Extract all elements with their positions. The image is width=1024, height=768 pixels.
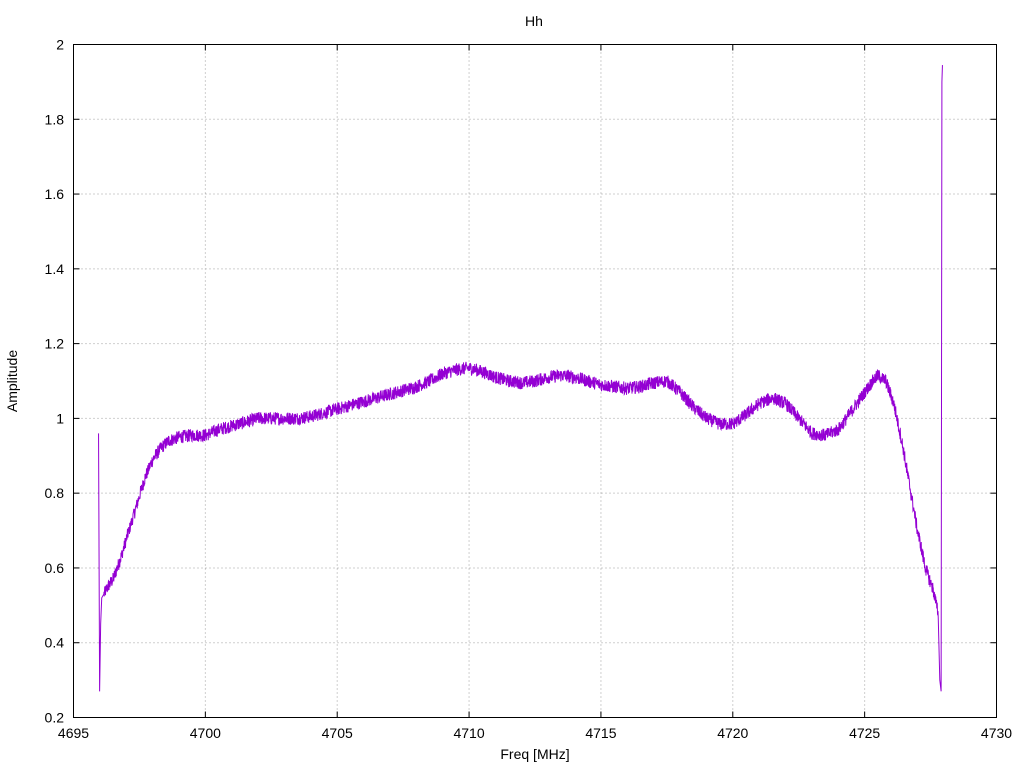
chart: 4695 4700 4705 4710 4715 4720 4725 4730 0.20.40… bbox=[4, 13, 1012, 762]
series-layer bbox=[98, 65, 943, 692]
y-tick-label: 1.6 bbox=[45, 186, 65, 202]
x-tick-label: 4720 bbox=[717, 725, 748, 741]
y-tick-label: 1.8 bbox=[45, 111, 65, 127]
y-tick-label: 1 bbox=[56, 410, 64, 426]
chart-title: Hh bbox=[525, 13, 543, 29]
x-tick-label: 4715 bbox=[585, 725, 616, 741]
y-tick-label: 2 bbox=[56, 37, 64, 53]
x-tick-label: 4725 bbox=[849, 725, 880, 741]
x-tick-label: 4730 bbox=[981, 725, 1012, 741]
y-axis-label: Amplitude bbox=[4, 350, 20, 412]
x-axis-label: Freq [MHz] bbox=[500, 746, 569, 762]
y-tick-label: 0.4 bbox=[45, 635, 65, 651]
y-tick-label: 0.8 bbox=[45, 485, 65, 501]
y-tick-label: 0.6 bbox=[45, 560, 65, 576]
x-tick-label: 4710 bbox=[453, 725, 484, 741]
series-line bbox=[98, 65, 943, 692]
y-tick-label: 1.4 bbox=[45, 261, 65, 277]
y-tick-labels: 0.2 0.4 0.6 0.8 1 1.2 1.4 1.6 1.8 2 bbox=[45, 37, 65, 726]
x-tick-label: 4695 bbox=[58, 725, 89, 741]
x-tick-labels: 4695 4700 4705 4710 4715 4720 4725 4730 bbox=[58, 725, 1012, 741]
y-tick-label: 1.2 bbox=[45, 336, 65, 352]
x-tick-label: 4705 bbox=[322, 725, 353, 741]
y-tick-label: 0.2 bbox=[45, 710, 65, 726]
x-tick-label: 4700 bbox=[190, 725, 221, 741]
